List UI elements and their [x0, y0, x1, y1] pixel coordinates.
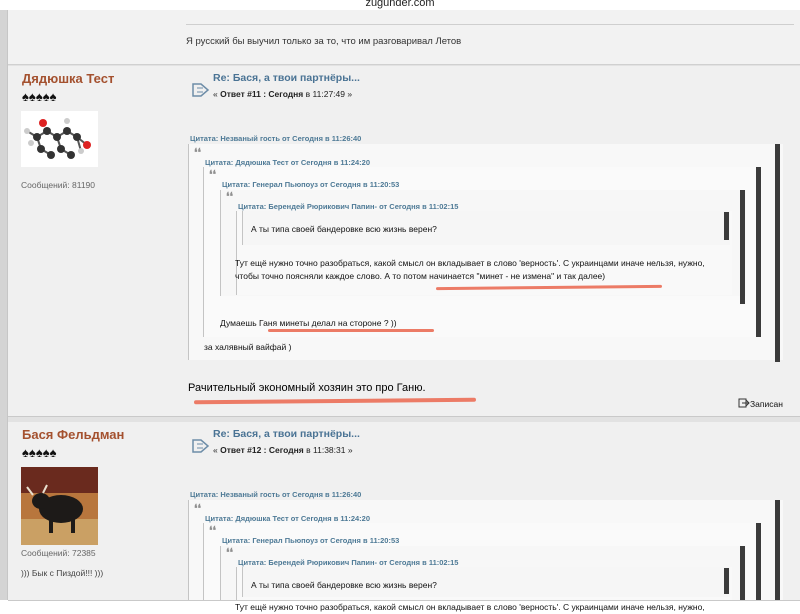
quote-header-link[interactable]: Цитата: Дядюшка Тест от Сегодня в 11:24:…: [205, 158, 370, 167]
page-left-margin: [0, 10, 8, 600]
previous-post-tail: Я русский бы выучил только за то, что им…: [8, 10, 800, 65]
signature-divider: [186, 24, 794, 25]
reply-number[interactable]: Ответ #11 : Сегодня: [220, 89, 303, 99]
quote-bar: [724, 568, 729, 594]
reply-time: в 11:38:31 »: [306, 445, 353, 455]
site-domain: zugunder.com: [365, 0, 435, 9]
annotation-underline: [268, 329, 434, 332]
forum-page: Я русский бы выучил только за то, что им…: [0, 10, 800, 612]
post-icon: [192, 83, 210, 97]
quote-mark-icon: ❛❛: [226, 547, 234, 559]
quote-text: Тут ещё нужно точно разобраться, какой с…: [235, 258, 705, 281]
post-body-text: Рачительный экономный хозяин это про Ган…: [188, 382, 426, 394]
forum-post: Бася Фельдман ♠♠♠♠♠ Сообщений: 72385 )))…: [8, 422, 800, 612]
quote-header-link[interactable]: Цитата: Берендей Рюрикович Папин- от Сег…: [238, 202, 458, 211]
quote-mark-icon: ❛❛: [209, 525, 217, 537]
quote-bar: [756, 523, 761, 600]
quote-mark-icon: ❛❛: [194, 503, 202, 515]
previous-post-signature: Я русский бы выучил только за то, что им…: [186, 36, 462, 47]
reply-prefix: «: [213, 89, 218, 99]
post-subject-link[interactable]: Re: Бася, а твои партнёры...: [213, 72, 360, 84]
reply-info: « Ответ #11 : Сегодня в 11:27:49 »: [213, 89, 352, 99]
reply-prefix: «: [213, 445, 218, 455]
quote-bar: [775, 500, 780, 600]
molecule-avatar-image: [24, 118, 91, 159]
bull-avatar-image: [21, 467, 98, 545]
message-count: Сообщений: 81190: [21, 180, 96, 190]
post-author-name[interactable]: Дядюшка Тест: [22, 71, 114, 86]
quote-mark-icon: ❛❛: [226, 191, 234, 203]
quote-bar: [756, 167, 761, 337]
rank-stars: ♠♠♠♠♠: [22, 89, 57, 104]
quote-header-link[interactable]: Цитата: Генерал Пьюпоуз от Сегодня в 11:…: [222, 536, 399, 545]
personal-text: ))) Бык с Пиздой!!! ))): [21, 568, 104, 578]
post-subject-link[interactable]: Re: Бася, а твои партнёры...: [213, 428, 360, 440]
quote-header-link[interactable]: Цитата: Незваный гость от Сегодня в 11:2…: [190, 134, 361, 143]
post-icon: [192, 439, 210, 453]
quote-mark-icon: ❛❛: [194, 147, 202, 159]
logged-icon: [738, 398, 750, 408]
topic-posts: Я русский бы выучил только за то, что им…: [8, 10, 800, 612]
address-bar: zugunder.com: [0, 0, 800, 10]
quote-header-link[interactable]: Цитата: Дядюшка Тест от Сегодня в 11:24:…: [205, 514, 370, 523]
reply-info: « Ответ #12 : Сегодня в 11:38:31 »: [213, 445, 353, 455]
forum-post: Дядюшка Тест ♠♠♠♠♠ Сообщений: 81190 Re: …: [8, 66, 800, 417]
reply-number[interactable]: Ответ #12 : Сегодня: [220, 445, 304, 455]
logged-label: Записан: [750, 399, 783, 409]
avatar[interactable]: [21, 111, 98, 167]
quote-text: за халявный вайфай ): [204, 342, 292, 352]
reply-time: в 11:27:49 »: [305, 89, 353, 99]
quote-bar: [775, 144, 780, 362]
quote-text: А ты типа своей бандеровке всю жизнь вер…: [251, 224, 437, 234]
quote-header-link[interactable]: Цитата: Берендей Рюрикович Папин- от Сег…: [238, 558, 458, 567]
quote-bar: [740, 546, 745, 600]
post-author-name[interactable]: Бася Фельдман: [22, 427, 124, 442]
quote-mark-icon: ❛❛: [209, 169, 217, 181]
rank-stars: ♠♠♠♠♠: [22, 445, 57, 460]
quote-text: Тут ещё нужно точно разобраться, какой с…: [235, 602, 705, 612]
quote-bar: [740, 190, 745, 304]
quote-text: А ты типа своей бандеровке всю жизнь вер…: [251, 580, 437, 590]
quote-bar: [724, 212, 729, 240]
quote-header-link[interactable]: Цитата: Незваный гость от Сегодня в 11:2…: [190, 490, 361, 499]
avatar[interactable]: [21, 467, 98, 545]
quote-header-link[interactable]: Цитата: Генерал Пьюпоуз от Сегодня в 11:…: [222, 180, 399, 189]
message-count: Сообщений: 72385: [21, 548, 96, 558]
annotation-underline: [193, 397, 477, 405]
